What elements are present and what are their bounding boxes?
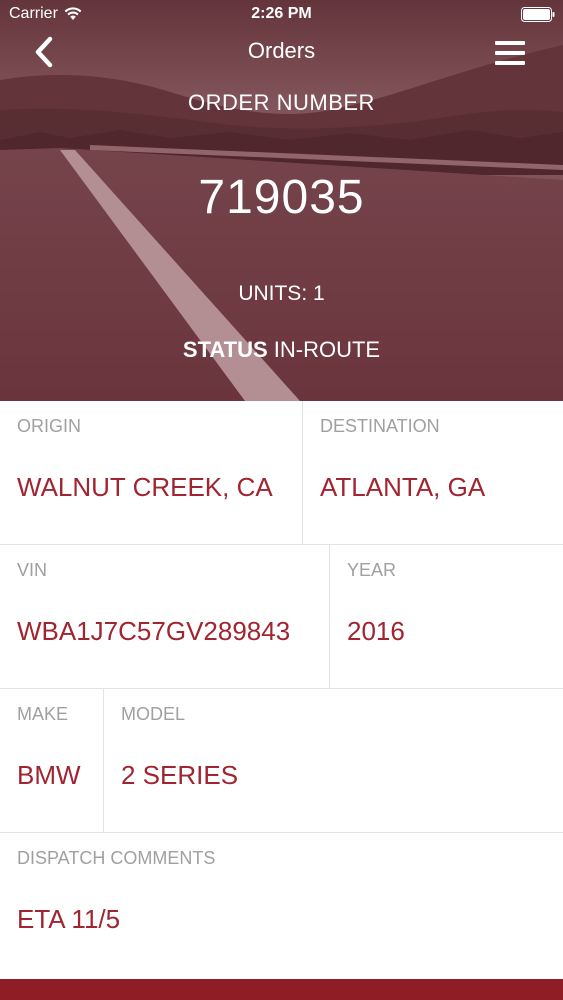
page-title: Orders [247, 38, 316, 63]
destination-cell: DESTINATION ATLANTA, GA [303, 401, 563, 544]
make-value: BMW [17, 760, 81, 790]
status-label: STATUS [182, 337, 268, 362]
vin-cell: VIN WBA1J7C57GV289843 [0, 545, 330, 688]
dispatch-comments-value: ETA 11/5 [17, 904, 121, 934]
vin-label: VIN [17, 560, 48, 580]
navigation-bar: Orders [0, 30, 563, 74]
battery-icon [521, 7, 555, 22]
hamburger-menu-icon[interactable] [495, 40, 525, 66]
year-value: 2016 [347, 616, 405, 646]
order-detail-screen: Carrier 2:26 PM Orders ORDER NUMBER 7190… [0, 0, 563, 1000]
model-label: MODEL [121, 704, 186, 724]
units-count: UNITS: 1 [238, 282, 325, 305]
vehicle-model-row: MAKE BMW MODEL 2 SERIES [0, 689, 563, 833]
order-details-grid: ORIGIN WALNUT CREEK, CA DESTINATION ATLA… [0, 401, 563, 977]
vehicle-id-row: VIN WBA1J7C57GV289843 YEAR 2016 [0, 545, 563, 689]
model-cell: MODEL 2 SERIES [104, 689, 563, 832]
vin-value: WBA1J7C57GV289843 [17, 616, 291, 646]
clock: 2:26 PM [251, 5, 312, 22]
origin-value: WALNUT CREEK, CA [17, 472, 273, 502]
model-value: 2 SERIES [121, 760, 239, 790]
destination-value: ATLANTA, GA [320, 472, 486, 502]
route-row: ORIGIN WALNUT CREEK, CA DESTINATION ATLA… [0, 401, 563, 545]
origin-label: ORIGIN [17, 416, 82, 436]
year-cell: YEAR 2016 [330, 545, 563, 688]
dispatch-comments-cell: DISPATCH COMMENTS ETA 11/5 [0, 833, 563, 976]
make-label: MAKE [17, 704, 69, 724]
status-bar: Carrier 2:26 PM [0, 0, 563, 30]
footer-bar [0, 979, 563, 1000]
status-value: IN-ROUTE [273, 337, 381, 362]
order-number-value: 719035 [198, 171, 365, 224]
make-cell: MAKE BMW [0, 689, 104, 832]
order-number-label: ORDER NUMBER [188, 90, 375, 115]
dispatch-comments-label: DISPATCH COMMENTS [17, 848, 216, 868]
order-status: STATUS IN-ROUTE [0, 337, 563, 363]
order-hero-header: Carrier 2:26 PM Orders ORDER NUMBER 7190… [0, 0, 563, 401]
year-label: YEAR [347, 560, 397, 580]
origin-cell: ORIGIN WALNUT CREEK, CA [0, 401, 303, 544]
dispatch-row: DISPATCH COMMENTS ETA 11/5 [0, 833, 563, 977]
destination-label: DESTINATION [320, 416, 440, 436]
